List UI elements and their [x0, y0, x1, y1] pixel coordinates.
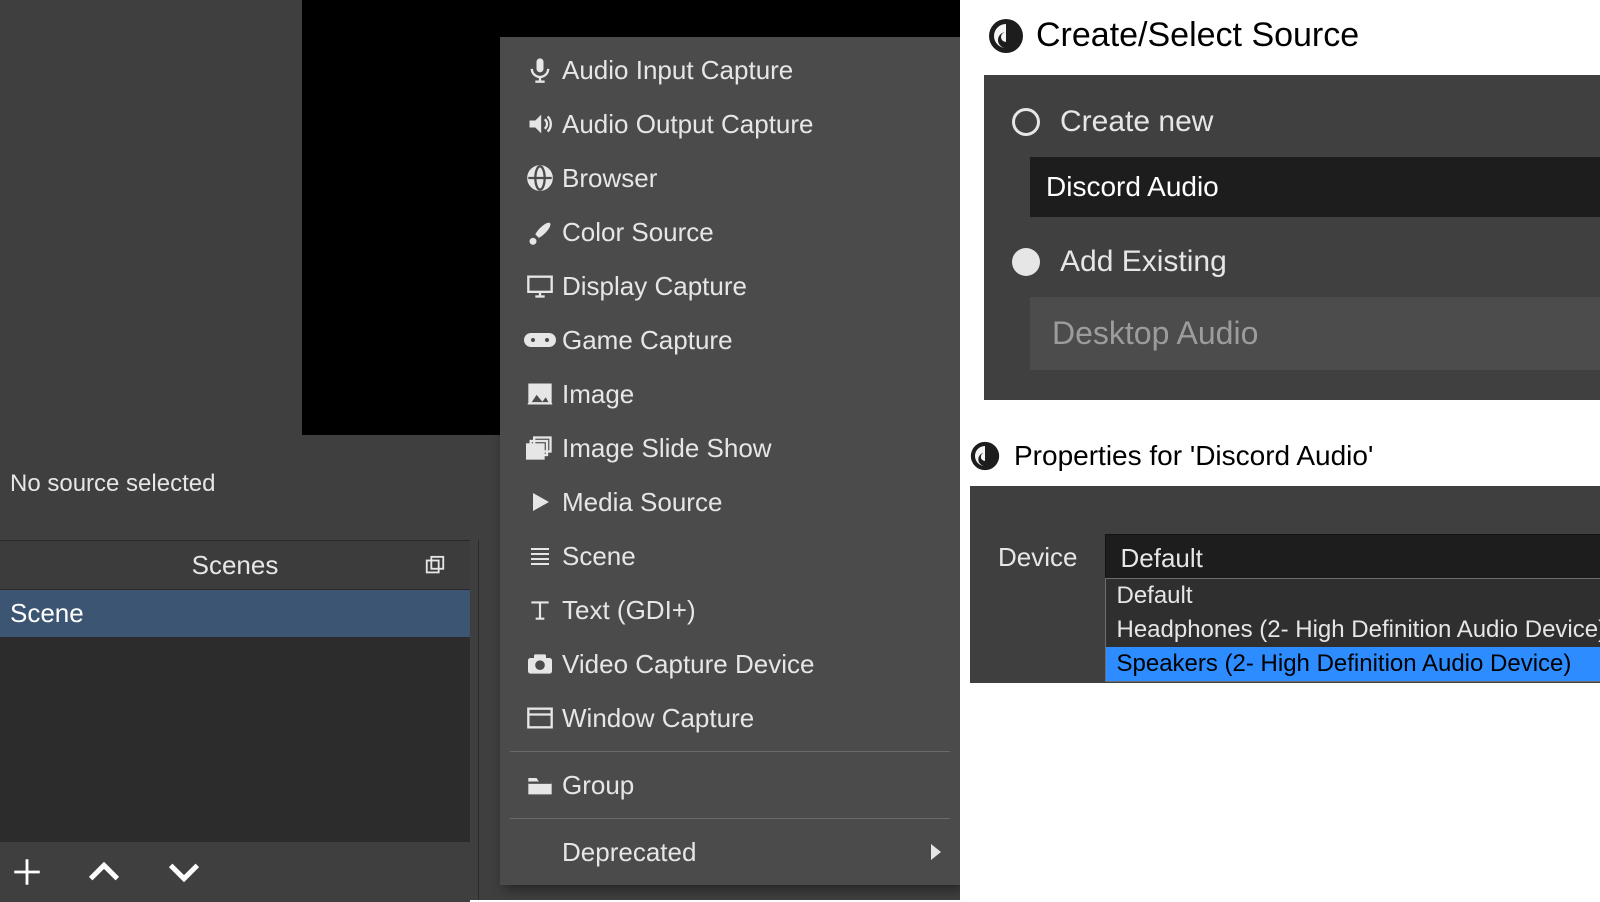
right-dialogs: Create/Select Source Create new Discord … — [960, 0, 1600, 900]
menu-label: Color Source — [562, 217, 714, 248]
window-icon — [518, 706, 562, 730]
menu-label: Group — [562, 770, 634, 801]
menu-label: Game Capture — [562, 325, 733, 356]
menu-video-capture-device[interactable]: Video Capture Device — [500, 637, 960, 691]
scenes-header: Scenes — [0, 540, 470, 590]
create-new-radio[interactable]: Create new — [1012, 105, 1600, 139]
camera-icon — [518, 652, 562, 676]
create-new-label: Create new — [1060, 105, 1213, 139]
add-source-menu: Audio Input Capture Audio Output Capture… — [500, 37, 960, 885]
device-label: Device — [998, 542, 1077, 573]
menu-image-slide-show[interactable]: Image Slide Show — [500, 421, 960, 475]
menu-label: Display Capture — [562, 271, 747, 302]
menu-label: Media Source — [562, 487, 722, 518]
no-source-label: No source selected — [10, 470, 215, 498]
menu-game-capture[interactable]: Game Capture — [500, 313, 960, 367]
menu-label: Video Capture Device — [562, 649, 814, 680]
add-existing-radio[interactable]: Add Existing — [1012, 245, 1600, 279]
menu-group[interactable]: Group — [500, 758, 960, 812]
add-scene-icon[interactable] — [10, 855, 44, 889]
menu-media-source[interactable]: Media Source — [500, 475, 960, 529]
menu-label: Window Capture — [562, 703, 754, 734]
existing-source-item[interactable]: Desktop Audio — [1030, 297, 1600, 370]
move-up-icon[interactable] — [84, 858, 124, 886]
device-selected-value[interactable]: Default — [1105, 534, 1600, 583]
obs-logo-icon — [988, 18, 1024, 54]
menu-label: Audio Input Capture — [562, 55, 793, 86]
create-select-title: Create/Select Source — [1036, 16, 1359, 55]
menu-scene[interactable]: Scene — [500, 529, 960, 583]
dock-icon[interactable] — [424, 555, 446, 577]
source-name-input[interactable]: Discord Audio — [1030, 157, 1600, 217]
panel-divider — [478, 540, 479, 900]
radio-unselected-icon — [1012, 108, 1040, 136]
menu-separator — [510, 818, 950, 819]
monitor-icon — [518, 272, 562, 300]
menu-label: Image — [562, 379, 634, 410]
device-option[interactable]: Default — [1106, 579, 1600, 613]
folder-icon — [518, 773, 562, 797]
properties-title-row: Properties for 'Discord Audio' — [970, 440, 1600, 472]
image-icon — [518, 380, 562, 408]
menu-label: Browser — [562, 163, 657, 194]
play-icon — [518, 490, 562, 514]
scenes-list[interactable]: Scene — [0, 590, 470, 878]
device-dropdown-list: Default Headphones (2- High Definition A… — [1105, 578, 1600, 682]
menu-image[interactable]: Image — [500, 367, 960, 421]
menu-window-capture[interactable]: Window Capture — [500, 691, 960, 745]
menu-label: Text (GDI+) — [562, 595, 696, 626]
gamepad-icon — [518, 330, 562, 350]
stack-icon — [518, 434, 562, 462]
scenes-title: Scenes — [192, 550, 279, 581]
device-option[interactable]: Headphones (2- High Definition Audio Dev… — [1106, 613, 1600, 647]
add-existing-label: Add Existing — [1060, 245, 1227, 279]
brush-icon — [518, 218, 562, 246]
menu-display-capture[interactable]: Display Capture — [500, 259, 960, 313]
device-option-selected[interactable]: Speakers (2- High Definition Audio Devic… — [1106, 647, 1600, 681]
menu-audio-input-capture[interactable]: Audio Input Capture — [500, 43, 960, 97]
obs-logo-icon — [970, 441, 1000, 471]
speaker-icon — [518, 110, 562, 138]
menu-label: Scene — [562, 541, 636, 572]
menu-label: Audio Output Capture — [562, 109, 814, 140]
menu-separator — [510, 751, 950, 752]
radio-selected-icon — [1012, 248, 1040, 276]
create-select-title-row: Create/Select Source — [988, 16, 1600, 55]
menu-audio-output-capture[interactable]: Audio Output Capture — [500, 97, 960, 151]
scene-list-item[interactable]: Scene — [0, 590, 470, 638]
device-dropdown[interactable]: Default Default Headphones (2- High Defi… — [1105, 534, 1600, 583]
globe-icon — [518, 164, 562, 192]
menu-text-gdi[interactable]: Text (GDI+) — [500, 583, 960, 637]
text-icon — [518, 597, 562, 623]
menu-label: Image Slide Show — [562, 433, 772, 464]
microphone-icon — [518, 56, 562, 84]
menu-color-source[interactable]: Color Source — [500, 205, 960, 259]
menu-deprecated[interactable]: Deprecated — [500, 825, 960, 879]
properties-body: Device Default Default Headphones (2- Hi… — [970, 486, 1600, 683]
scene-toolbar — [0, 842, 470, 902]
menu-browser[interactable]: Browser — [500, 151, 960, 205]
scenes-panel: Scenes Scene — [0, 540, 470, 878]
obs-main-window: No source selected Scenes Scene — [0, 0, 960, 900]
properties-title: Properties for 'Discord Audio' — [1014, 440, 1373, 472]
move-down-icon[interactable] — [164, 858, 204, 886]
submenu-arrow-icon — [930, 844, 942, 860]
menu-label: Deprecated — [562, 837, 696, 868]
create-select-body: Create new Discord Audio Add Existing De… — [984, 75, 1600, 400]
list-icon — [518, 544, 562, 568]
